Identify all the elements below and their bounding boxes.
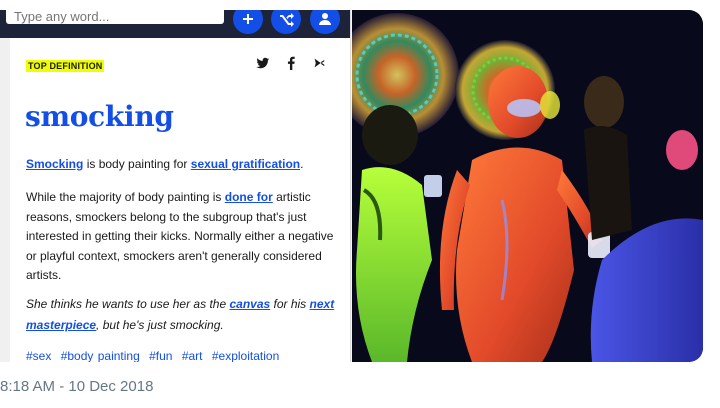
link-smocking[interactable]: Smocking [26, 157, 83, 171]
tag-item[interactable]: #art [182, 349, 203, 362]
add-button[interactable] [233, 10, 263, 34]
link-masterpiece[interactable]: masterpiece [26, 318, 96, 332]
random-button[interactable] [271, 10, 301, 34]
urban-dictionary-screenshot: TOP DEFINITION smocking Smocking is body… [0, 10, 351, 362]
tweet-timestamp[interactable]: 8:18 AM - 10 Dec 2018 [0, 378, 153, 395]
definition-meaning: Smocking is body painting for sexual gra… [26, 157, 304, 171]
word-title[interactable]: smocking [25, 100, 174, 133]
plus-icon [243, 14, 253, 24]
link-canvas[interactable]: canvas [229, 297, 270, 311]
link-next[interactable]: next [310, 297, 335, 311]
body-paint-photo[interactable] [352, 10, 703, 362]
tag-item[interactable]: #exploitation [212, 349, 279, 362]
tag-item[interactable]: #fun [149, 349, 172, 362]
top-definition-label: TOP DEFINITION [26, 60, 105, 72]
share-icon[interactable] [312, 56, 326, 70]
photo-illustration [352, 10, 703, 362]
twitter-icon[interactable] [256, 56, 270, 70]
shuffle-icon [280, 13, 294, 27]
tweet-media[interactable]: TOP DEFINITION smocking Smocking is body… [0, 10, 703, 362]
share-icons [256, 56, 326, 70]
search-input[interactable] [6, 10, 224, 24]
tag-item[interactable]: #body painting [61, 349, 140, 362]
user-button[interactable] [310, 10, 340, 34]
definition-card: TOP DEFINITION smocking Smocking is body… [0, 38, 350, 362]
definition-explanation: While the majority of body painting is d… [26, 190, 334, 282]
user-icon [319, 13, 331, 25]
ud-header [0, 10, 350, 38]
link-sexual-gratification[interactable]: sexual gratification [191, 157, 300, 171]
tag-item[interactable]: #sex [26, 349, 51, 362]
facebook-icon[interactable] [284, 56, 298, 70]
tag-list: #sex #body painting #fun #art #exploitat… [26, 349, 284, 362]
definition-example: She thinks he wants to use her as the ca… [26, 297, 335, 332]
link-done-for[interactable]: done for [225, 190, 273, 204]
